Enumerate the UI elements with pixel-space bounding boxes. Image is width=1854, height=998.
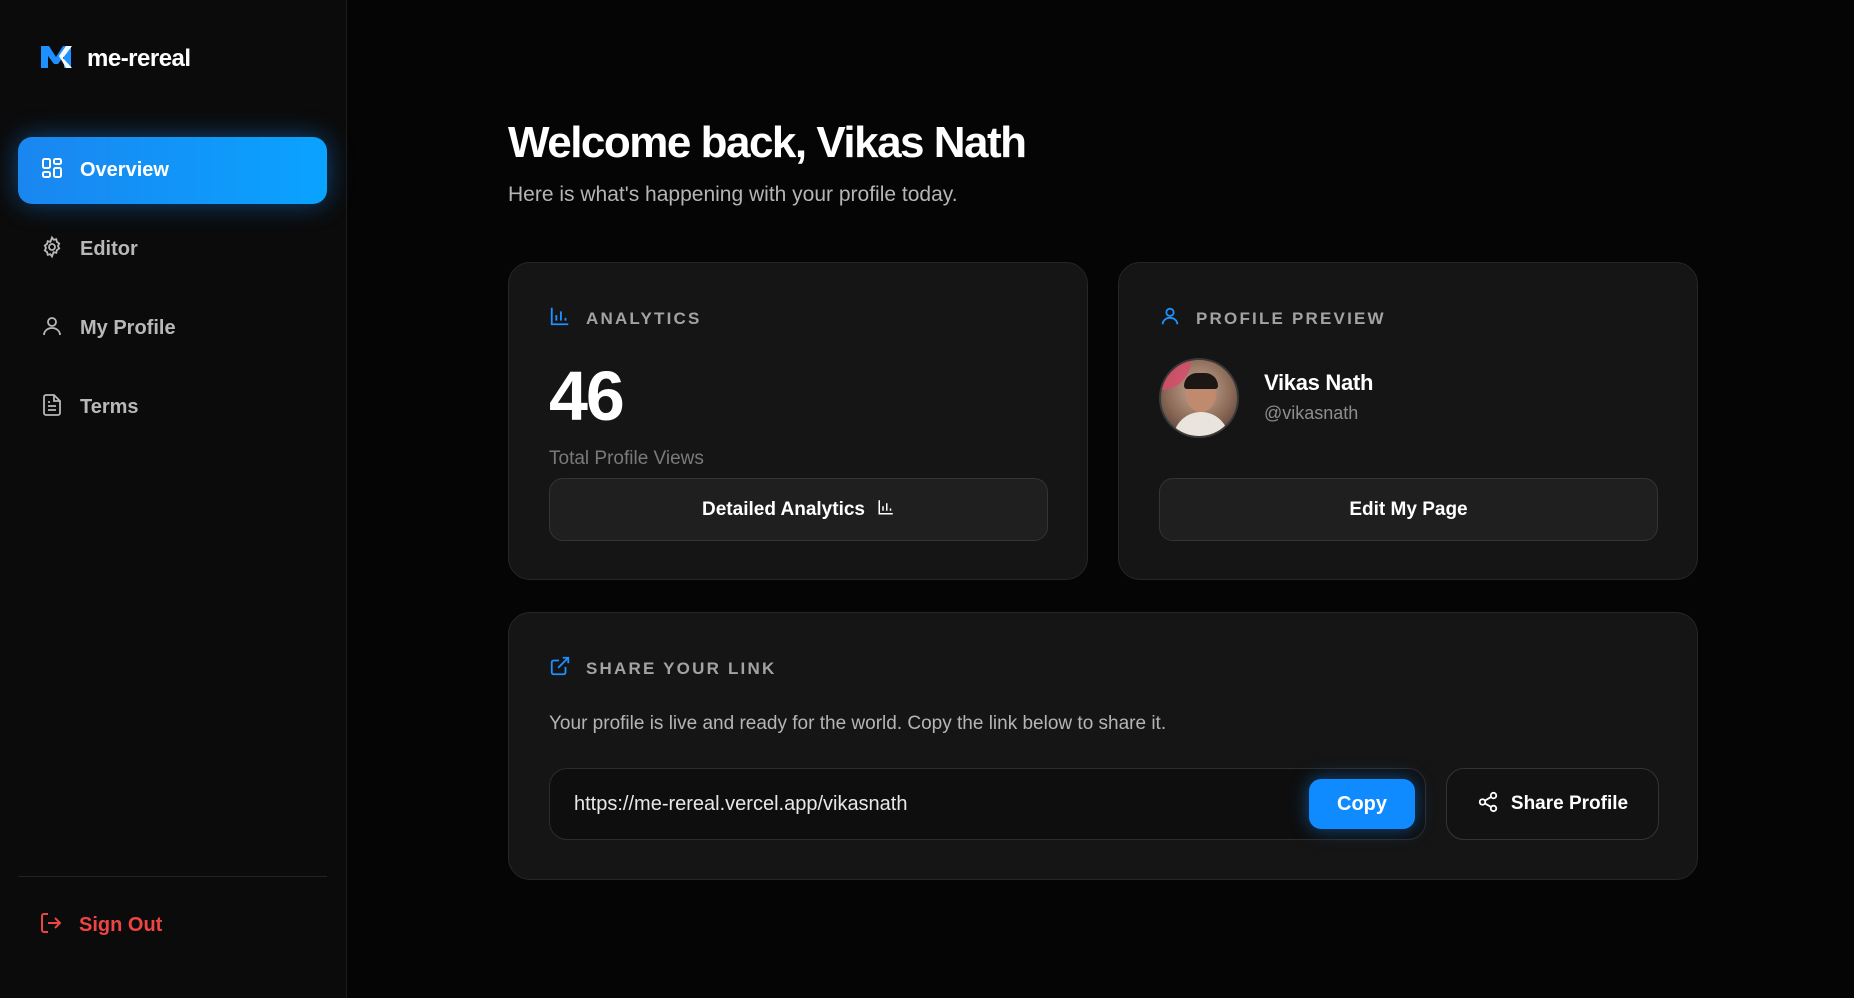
profile-handle: @vikasnath bbox=[1264, 403, 1359, 423]
profile-preview-title: PROFILE PREVIEW bbox=[1196, 308, 1386, 328]
sidebar-item-my-profile[interactable]: My Profile bbox=[18, 295, 327, 362]
analytics-card: ANALYTICS 46 Total Profile Views Detaile… bbox=[508, 262, 1088, 580]
copy-label: Copy bbox=[1337, 792, 1387, 815]
edit-my-page-button[interactable]: Edit My Page bbox=[1159, 478, 1658, 541]
edit-my-page-label: Edit My Page bbox=[1349, 498, 1468, 520]
user-icon bbox=[1159, 305, 1181, 332]
share-icon bbox=[1477, 791, 1499, 818]
brand[interactable]: me-rereal bbox=[39, 42, 191, 75]
sidebar: me-rereal Overview Editor My Profile Ter… bbox=[0, 0, 347, 998]
share-link-card: SHARE YOUR LINK Your profile is live and… bbox=[508, 612, 1698, 880]
profile-name: Vikas Nath bbox=[1264, 370, 1374, 395]
total-views-count: 46 bbox=[549, 357, 625, 435]
share-description: Your profile is live and ready for the w… bbox=[549, 713, 1167, 734]
sidebar-item-label: My Profile bbox=[80, 317, 176, 339]
analytics-title: ANALYTICS bbox=[586, 308, 702, 328]
sidebar-item-label: Terms bbox=[80, 396, 139, 418]
share-profile-label: Share Profile bbox=[1510, 793, 1629, 814]
sidebar-item-label: Overview bbox=[80, 159, 169, 181]
page-subtitle: Here is what's happening with your profi… bbox=[508, 183, 958, 206]
user-icon bbox=[40, 314, 64, 343]
external-link-icon bbox=[549, 655, 571, 682]
profile-preview-header: PROFILE PREVIEW bbox=[1159, 305, 1386, 332]
copy-button[interactable]: Copy bbox=[1309, 779, 1415, 829]
grid-icon bbox=[40, 156, 64, 185]
sidebar-item-label: Editor bbox=[80, 238, 138, 260]
sidebar-nav: Overview Editor My Profile Terms bbox=[18, 137, 327, 453]
gear-icon bbox=[40, 235, 64, 264]
sidebar-item-overview[interactable]: Overview bbox=[18, 137, 327, 204]
profile-preview-card: PROFILE PREVIEW Vikas Nath @vikasnath Ed… bbox=[1118, 262, 1698, 580]
brand-name: me-rereal bbox=[87, 44, 191, 72]
bar-chart-icon bbox=[877, 498, 895, 521]
sidebar-divider bbox=[18, 876, 327, 877]
m-logo-icon bbox=[39, 42, 73, 75]
document-icon bbox=[40, 393, 64, 422]
profile-link-field: Copy bbox=[549, 768, 1426, 840]
share-link-title: SHARE YOUR LINK bbox=[586, 658, 777, 678]
profile-link-input[interactable] bbox=[574, 769, 1274, 839]
sidebar-item-terms[interactable]: Terms bbox=[18, 374, 327, 441]
logout-icon bbox=[39, 911, 63, 940]
total-views-label: Total Profile Views bbox=[549, 448, 704, 469]
detailed-analytics-label: Detailed Analytics bbox=[702, 498, 865, 520]
sign-out-label: Sign Out bbox=[79, 914, 163, 936]
sign-out-button[interactable]: Sign Out bbox=[39, 911, 162, 940]
detailed-analytics-button[interactable]: Detailed Analytics bbox=[549, 478, 1048, 541]
page-title: Welcome back, Vikas Nath bbox=[508, 118, 1027, 167]
share-link-header: SHARE YOUR LINK bbox=[549, 655, 776, 682]
analytics-header: ANALYTICS bbox=[549, 305, 702, 332]
avatar bbox=[1159, 358, 1239, 438]
sidebar-item-editor[interactable]: Editor bbox=[18, 216, 327, 283]
share-profile-button[interactable]: Share Profile bbox=[1446, 768, 1659, 840]
bar-chart-icon bbox=[549, 305, 571, 332]
